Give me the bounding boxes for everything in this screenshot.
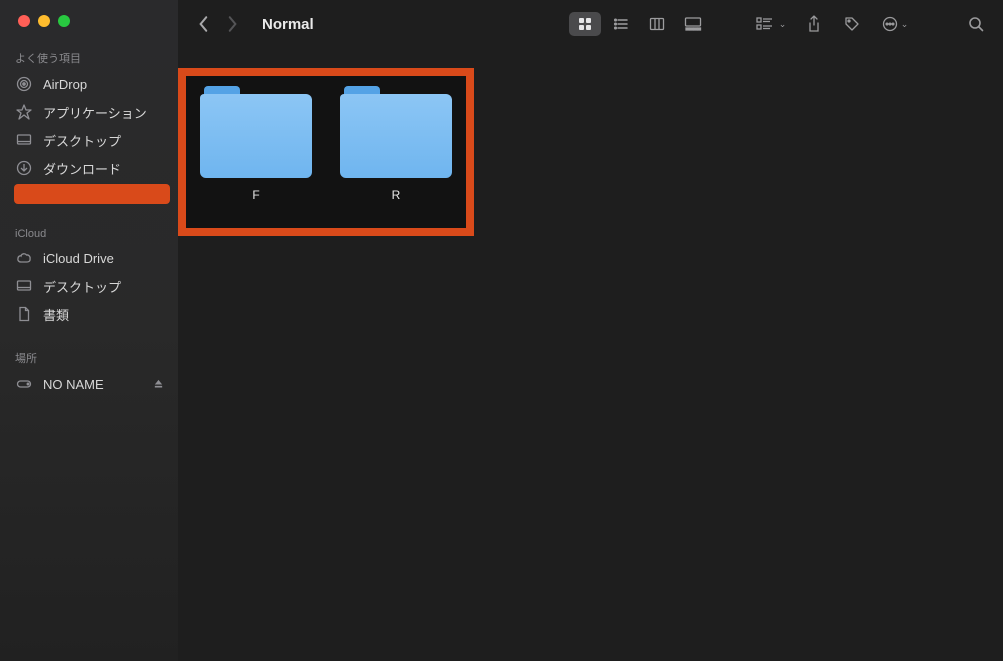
view-gallery-button[interactable]: [677, 12, 709, 36]
sidebar-section-icloud: iCloud: [0, 206, 178, 244]
window-title: Normal: [254, 16, 314, 33]
download-icon: [15, 159, 33, 177]
folder-icon: [340, 86, 452, 178]
back-button[interactable]: [198, 15, 210, 33]
eject-icon[interactable]: [153, 379, 164, 390]
sidebar-item-label: iCloud Drive: [43, 251, 114, 266]
folder-label: R: [392, 188, 401, 202]
sidebar-item-label: AirDrop: [43, 77, 87, 92]
actions-button[interactable]: ⌄: [875, 12, 915, 36]
zoom-window-button[interactable]: [58, 15, 70, 27]
sidebar-item-applications[interactable]: アプリケーション: [0, 98, 178, 126]
folder-label: F: [252, 188, 259, 202]
sidebar-item-label: アプリケーション: [43, 103, 147, 122]
chevron-down-icon: ⌄: [901, 19, 909, 30]
window-controls: [0, 14, 178, 28]
cloud-icon: [15, 249, 33, 267]
desktop-icon: [15, 131, 33, 149]
view-columns-button[interactable]: [641, 12, 673, 36]
sidebar-section-favorites: よく使う項目: [0, 28, 178, 70]
sidebar-item-airdrop[interactable]: AirDrop: [0, 70, 178, 98]
airdrop-icon: [15, 75, 33, 93]
sidebar-item-icloud-drive[interactable]: iCloud Drive: [0, 244, 178, 272]
sidebar-section-locations: 場所: [0, 328, 178, 370]
share-button[interactable]: [799, 12, 829, 36]
content-area[interactable]: F R: [178, 48, 1003, 661]
annotation-highlight: F R: [178, 68, 474, 236]
view-icons-button[interactable]: [569, 12, 601, 36]
sidebar-item-label: デスクトップ: [43, 131, 121, 150]
toolbar: Normal: [178, 0, 1003, 48]
disk-icon: [15, 375, 33, 393]
forward-button[interactable]: [226, 15, 238, 33]
sidebar-item-desktop[interactable]: デスクトップ: [0, 126, 178, 154]
folder-icon: [200, 86, 312, 178]
sidebar-item-icloud-desktop[interactable]: デスクトップ: [0, 272, 178, 300]
document-icon: [15, 305, 33, 323]
group-button[interactable]: ⌄: [751, 12, 791, 36]
view-list-button[interactable]: [605, 12, 637, 36]
minimize-window-button[interactable]: [38, 15, 50, 27]
sidebar-item-downloads[interactable]: ダウンロード: [0, 154, 178, 182]
sidebar-item-documents[interactable]: 書類: [0, 300, 178, 328]
sidebar-item-label: NO NAME: [43, 377, 104, 392]
tags-button[interactable]: [837, 12, 867, 36]
applications-icon: [15, 103, 33, 121]
close-window-button[interactable]: [18, 15, 30, 27]
sidebar-item-label: 書類: [43, 305, 69, 324]
sidebar-item-noname[interactable]: NO NAME: [0, 370, 178, 398]
view-switcher: [567, 10, 711, 38]
chevron-down-icon: ⌄: [779, 19, 787, 30]
folder-item-f[interactable]: F: [200, 86, 312, 228]
sidebar-item-selected[interactable]: [14, 184, 170, 204]
sidebar-item-label: ダウンロード: [43, 159, 121, 178]
main-pane: Normal: [178, 0, 1003, 661]
sidebar: よく使う項目 AirDrop アプリケーション デスクトップ: [0, 0, 178, 661]
search-button[interactable]: [961, 12, 991, 36]
folder-item-r[interactable]: R: [340, 86, 452, 228]
sidebar-item-label: デスクトップ: [43, 277, 121, 296]
desktop-icon: [15, 277, 33, 295]
